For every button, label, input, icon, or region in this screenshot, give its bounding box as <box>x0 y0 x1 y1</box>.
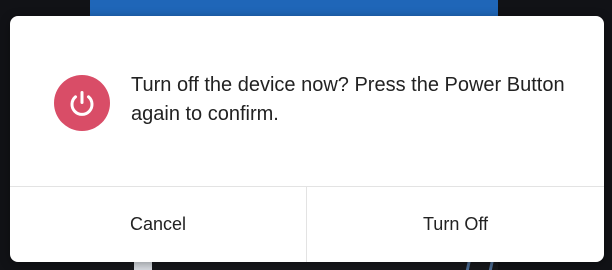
power-confirmation-dialog: Turn off the device now? Press the Power… <box>10 16 604 262</box>
turn-off-button[interactable]: Turn Off <box>307 187 604 262</box>
power-icon <box>54 75 110 131</box>
cancel-button[interactable]: Cancel <box>10 187 306 262</box>
dialog-body: Turn off the device now? Press the Power… <box>10 16 604 186</box>
dialog-message: Turn off the device now? Press the Power… <box>131 74 565 125</box>
